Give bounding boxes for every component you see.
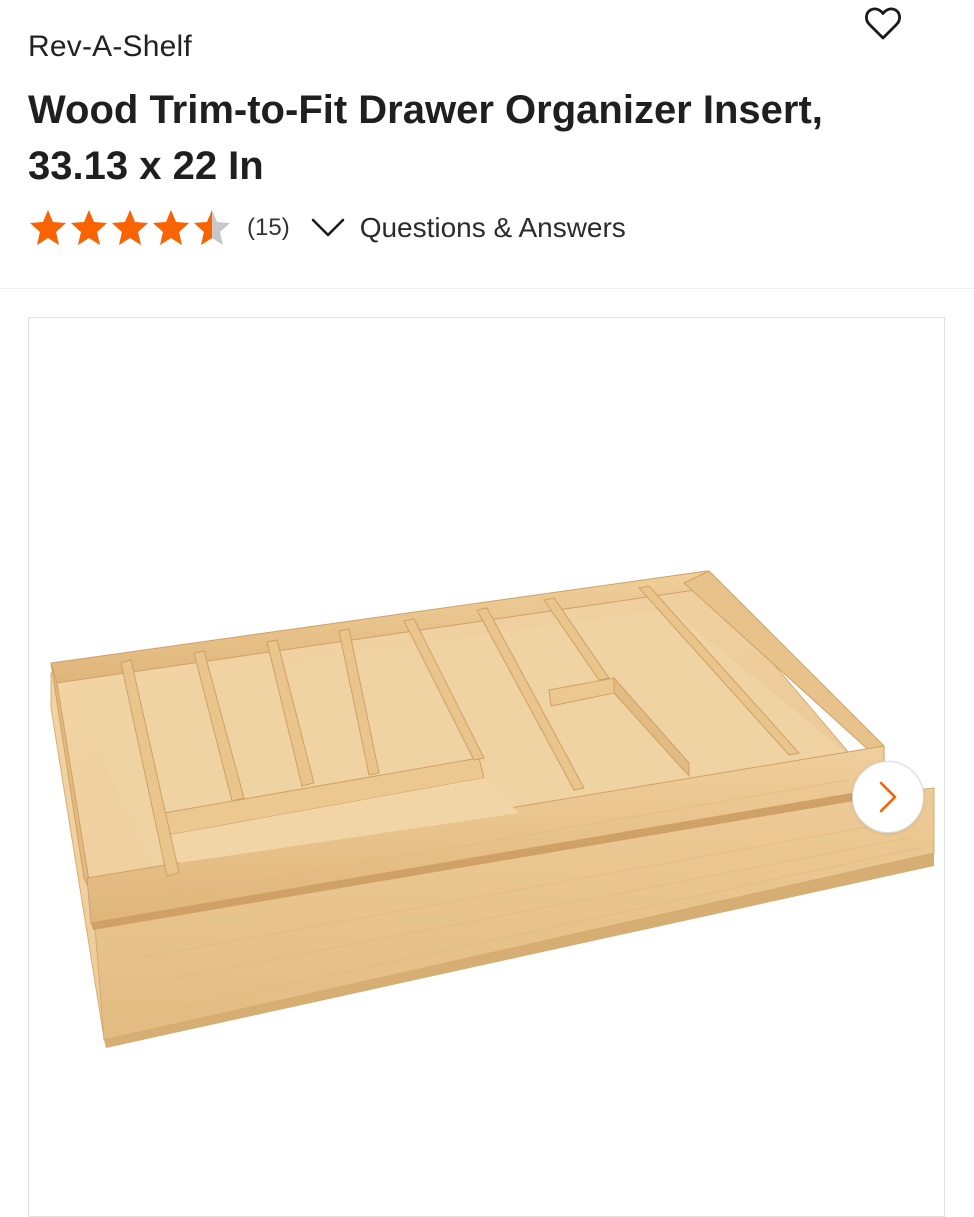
star-icon xyxy=(30,210,66,245)
questions-answers-link[interactable]: Questions & Answers xyxy=(360,212,626,244)
expand-reviews-button[interactable] xyxy=(308,213,348,243)
chevron-down-icon xyxy=(311,218,344,237)
product-image-frame[interactable] xyxy=(28,317,945,1217)
section-divider xyxy=(0,288,974,289)
star-icon xyxy=(112,210,148,245)
review-count[interactable]: (15) xyxy=(247,214,290,242)
brand-name[interactable]: Rev-A-Shelf xyxy=(28,30,192,64)
star-rating[interactable] xyxy=(28,208,233,248)
heart-outline-icon xyxy=(865,7,901,40)
product-title: Wood Trim-to-Fit Drawer Organizer Insert… xyxy=(28,88,823,188)
product-image xyxy=(50,570,935,1048)
chevron-right-icon xyxy=(879,781,897,813)
star-icon xyxy=(71,210,107,245)
rating-row: (15) Questions & Answers xyxy=(28,205,626,251)
star-icon xyxy=(194,210,230,245)
favorite-button[interactable] xyxy=(862,2,904,44)
next-image-button[interactable] xyxy=(852,761,924,833)
star-icon xyxy=(153,210,189,245)
